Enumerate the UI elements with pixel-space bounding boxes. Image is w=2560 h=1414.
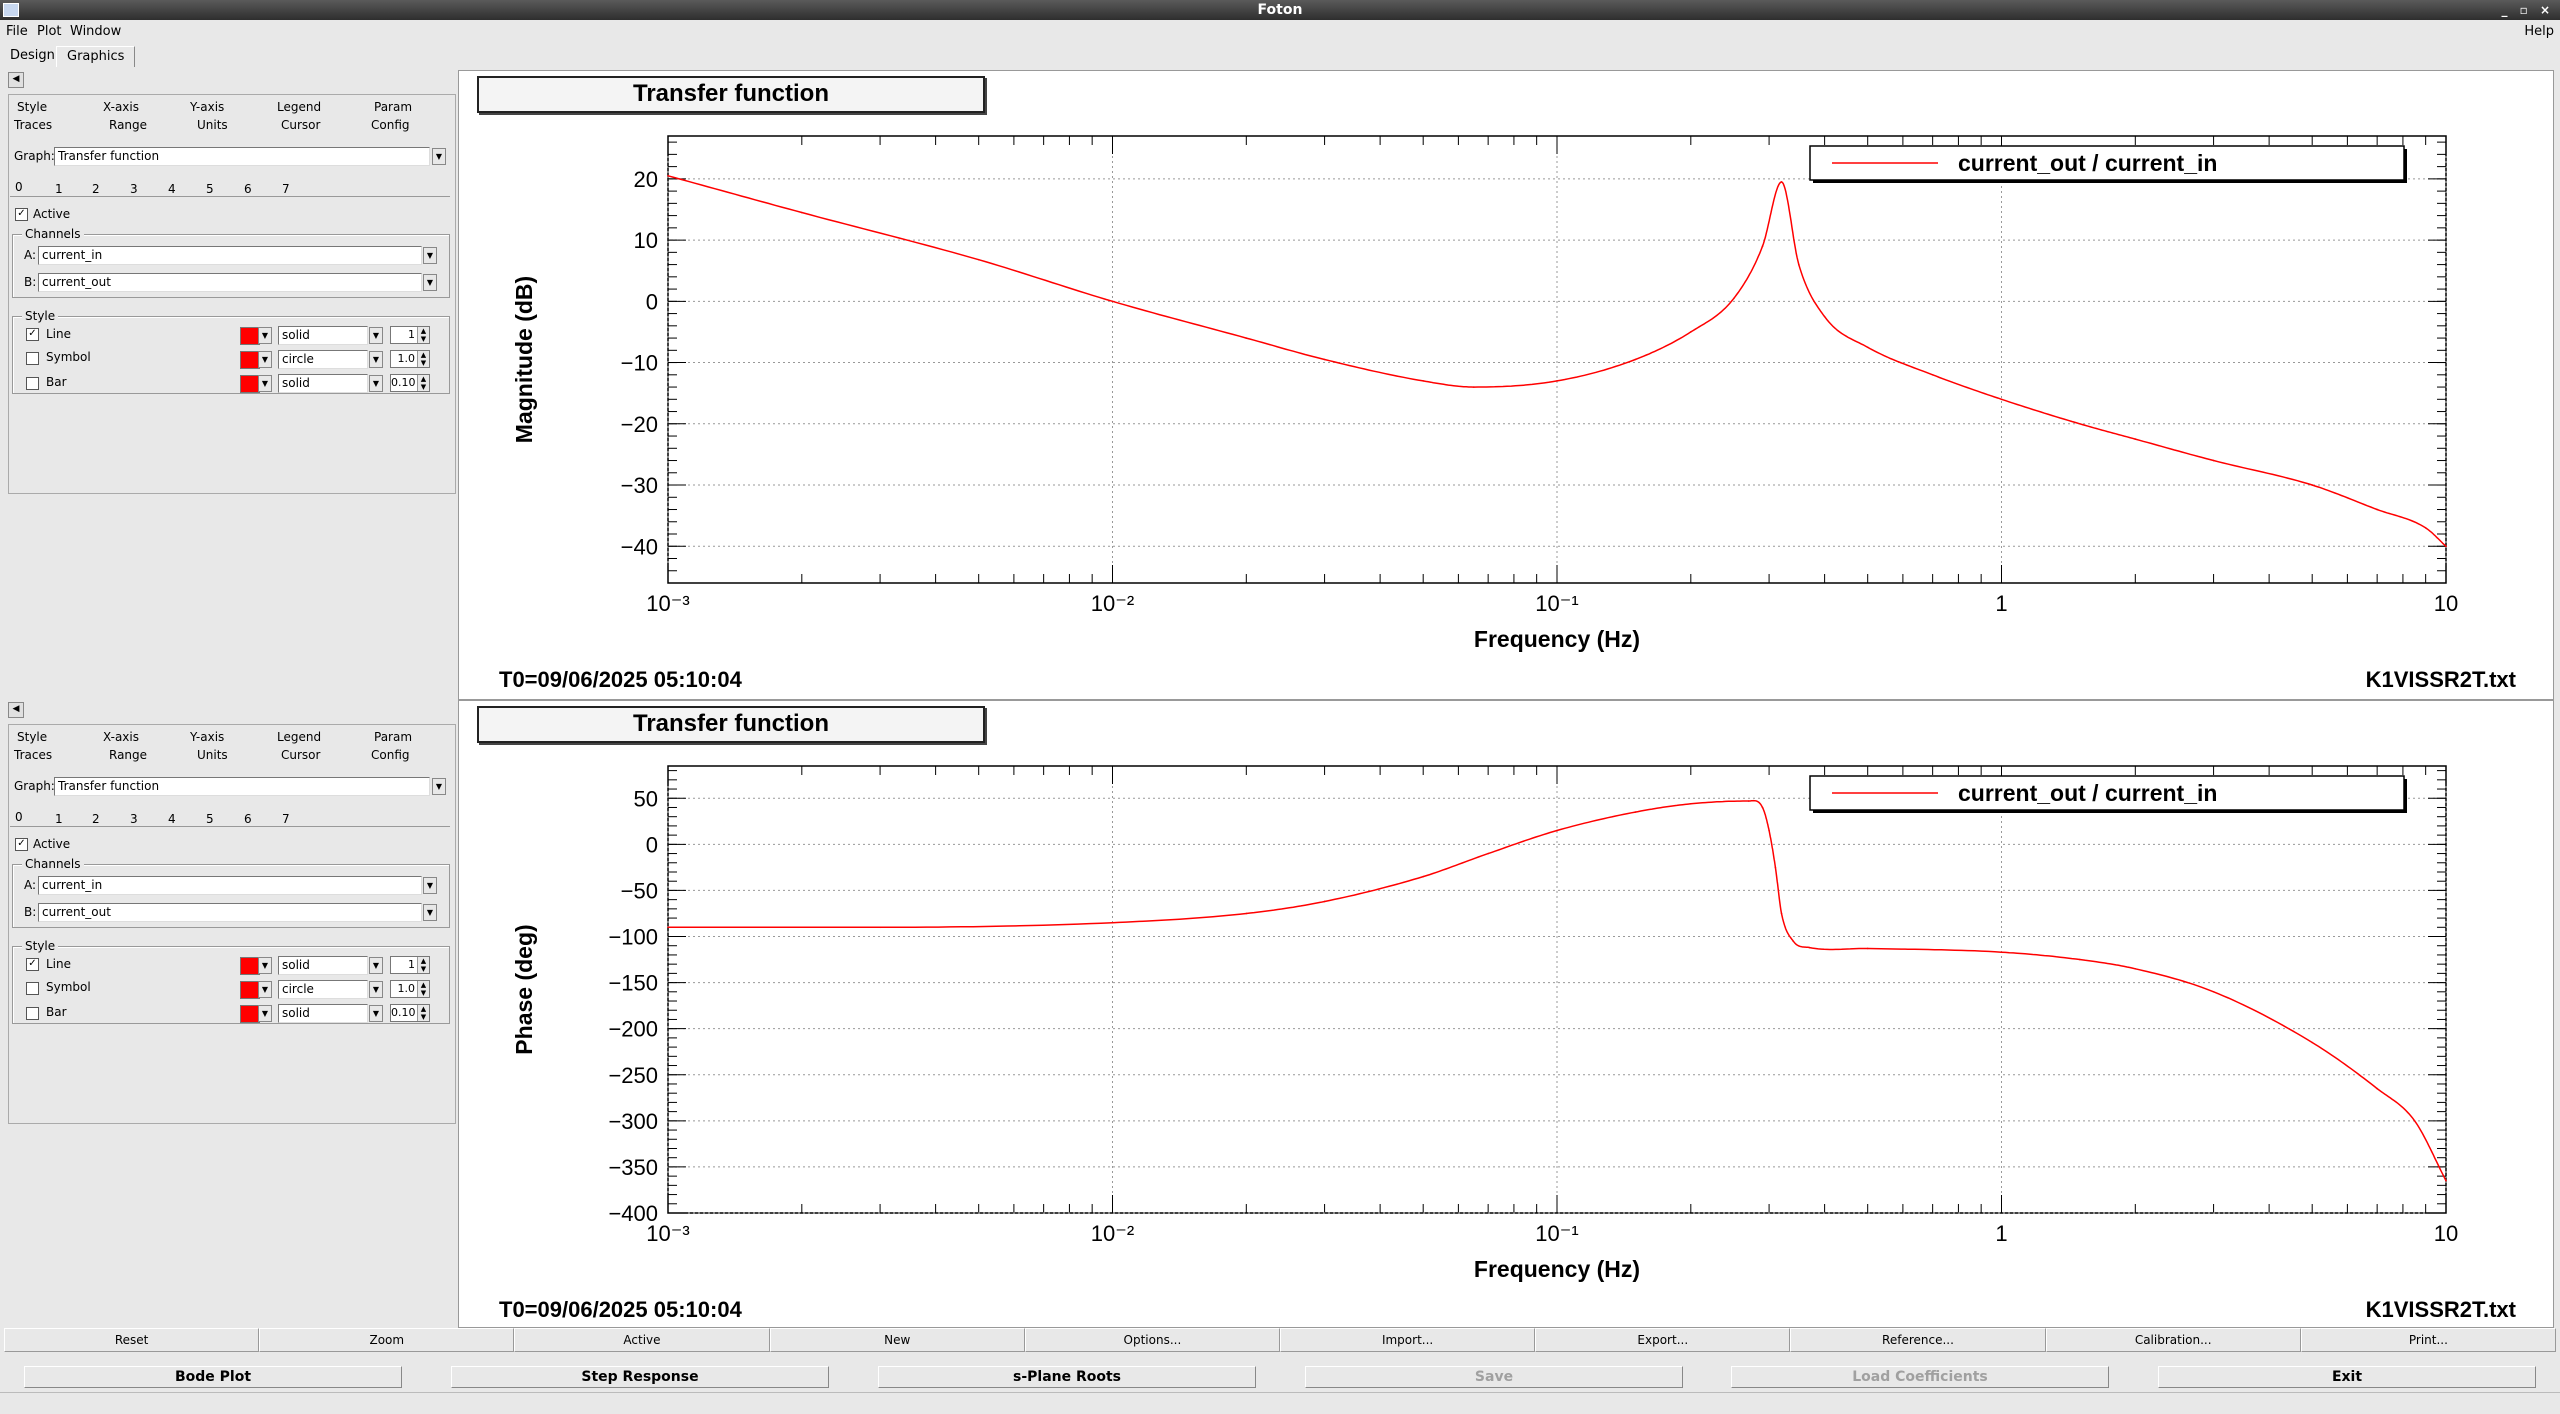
- y-tick-label: −200: [608, 1017, 658, 1042]
- data-point: [1768, 829, 1770, 832]
- y-tick-label: −350: [608, 1155, 658, 1180]
- y-tick-label: −400: [608, 1201, 658, 1226]
- x-tick-label: 10: [2434, 1221, 2458, 1246]
- export-button[interactable]: Export...: [1535, 1328, 1791, 1352]
- calibration-button[interactable]: Calibration...: [2045, 1328, 2301, 1352]
- x-tick-label: 10⁻²: [1091, 1221, 1134, 1246]
- data-point: [2212, 991, 2215, 993]
- x-axis-label: Frequency (Hz): [1474, 1256, 1640, 1282]
- status-bar: [0, 1392, 2560, 1414]
- step-response-button[interactable]: Step Response: [451, 1366, 829, 1388]
- data-point: [667, 926, 669, 929]
- print-button[interactable]: Print...: [2300, 1328, 2556, 1352]
- data-point: [2000, 951, 2003, 953]
- plot-frame: [667, 765, 2447, 1214]
- reference-button[interactable]: Reference...: [1790, 1328, 2046, 1352]
- data-point: [2445, 1179, 2447, 1182]
- x-tick-label: 10⁻¹: [1535, 1221, 1578, 1246]
- data-point: [1866, 947, 1869, 950]
- y-tick-label: −100: [608, 925, 658, 950]
- exit-button[interactable]: Exit: [2158, 1366, 2536, 1388]
- legend-label: current_out / current_in: [1958, 780, 2217, 806]
- save-button[interactable]: Save: [1305, 1366, 1683, 1388]
- x-tick-label: 1: [1995, 1221, 2007, 1246]
- y-tick-label: 50: [634, 786, 658, 811]
- new-button[interactable]: New: [769, 1328, 1025, 1352]
- y-axis-label: Phase (deg): [511, 924, 537, 1054]
- data-point: [1556, 829, 1558, 832]
- y-tick-label: −150: [608, 971, 658, 996]
- graph-button-bar: Reset Zoom Active New Options... Import... Exp…: [4, 1328, 2556, 1352]
- reset-button[interactable]: Reset: [4, 1328, 260, 1352]
- y-tick-label: −300: [608, 1109, 658, 1134]
- data-point: [1323, 900, 1326, 903]
- data-point: [2413, 1120, 2416, 1122]
- data-point: [1690, 802, 1692, 805]
- bode-plot-button[interactable]: Bode Plot: [24, 1366, 402, 1388]
- data-point: [1634, 811, 1637, 813]
- data-point: [1792, 940, 1795, 942]
- load-coefficients-button[interactable]: Load Coefficients: [1731, 1366, 2109, 1388]
- data-point: [1111, 921, 1114, 924]
- data-point: [2134, 967, 2137, 970]
- data-point: [2078, 958, 2081, 961]
- data-point: [1747, 800, 1750, 802]
- y-tick-label: −250: [608, 1063, 658, 1088]
- data-point: [1780, 912, 1783, 915]
- import-button[interactable]: Import...: [1280, 1328, 1536, 1352]
- active-button[interactable]: Active: [514, 1328, 770, 1352]
- zoom-button[interactable]: Zoom: [259, 1328, 515, 1352]
- y-tick-label: 0: [646, 832, 658, 857]
- data-point: [2311, 1041, 2313, 1044]
- data-point: [1774, 866, 1777, 869]
- data-point: [1487, 852, 1489, 855]
- s-plane-roots-button[interactable]: s-Plane Roots: [878, 1366, 1256, 1388]
- data-point: [1422, 875, 1424, 878]
- options-button[interactable]: Options...: [1024, 1328, 1280, 1352]
- phase-chart[interactable]: 10⁻³ 10⁻² 10⁻¹ 1 10500−50−100−150−200−250−30…: [0, 0, 2560, 1330]
- data-point: [1808, 946, 1811, 949]
- data-point: [1761, 806, 1764, 809]
- data-point: [1245, 912, 1248, 915]
- data-point: [879, 926, 881, 929]
- y-tick-label: −50: [621, 878, 658, 903]
- data-point: [2376, 1087, 2378, 1090]
